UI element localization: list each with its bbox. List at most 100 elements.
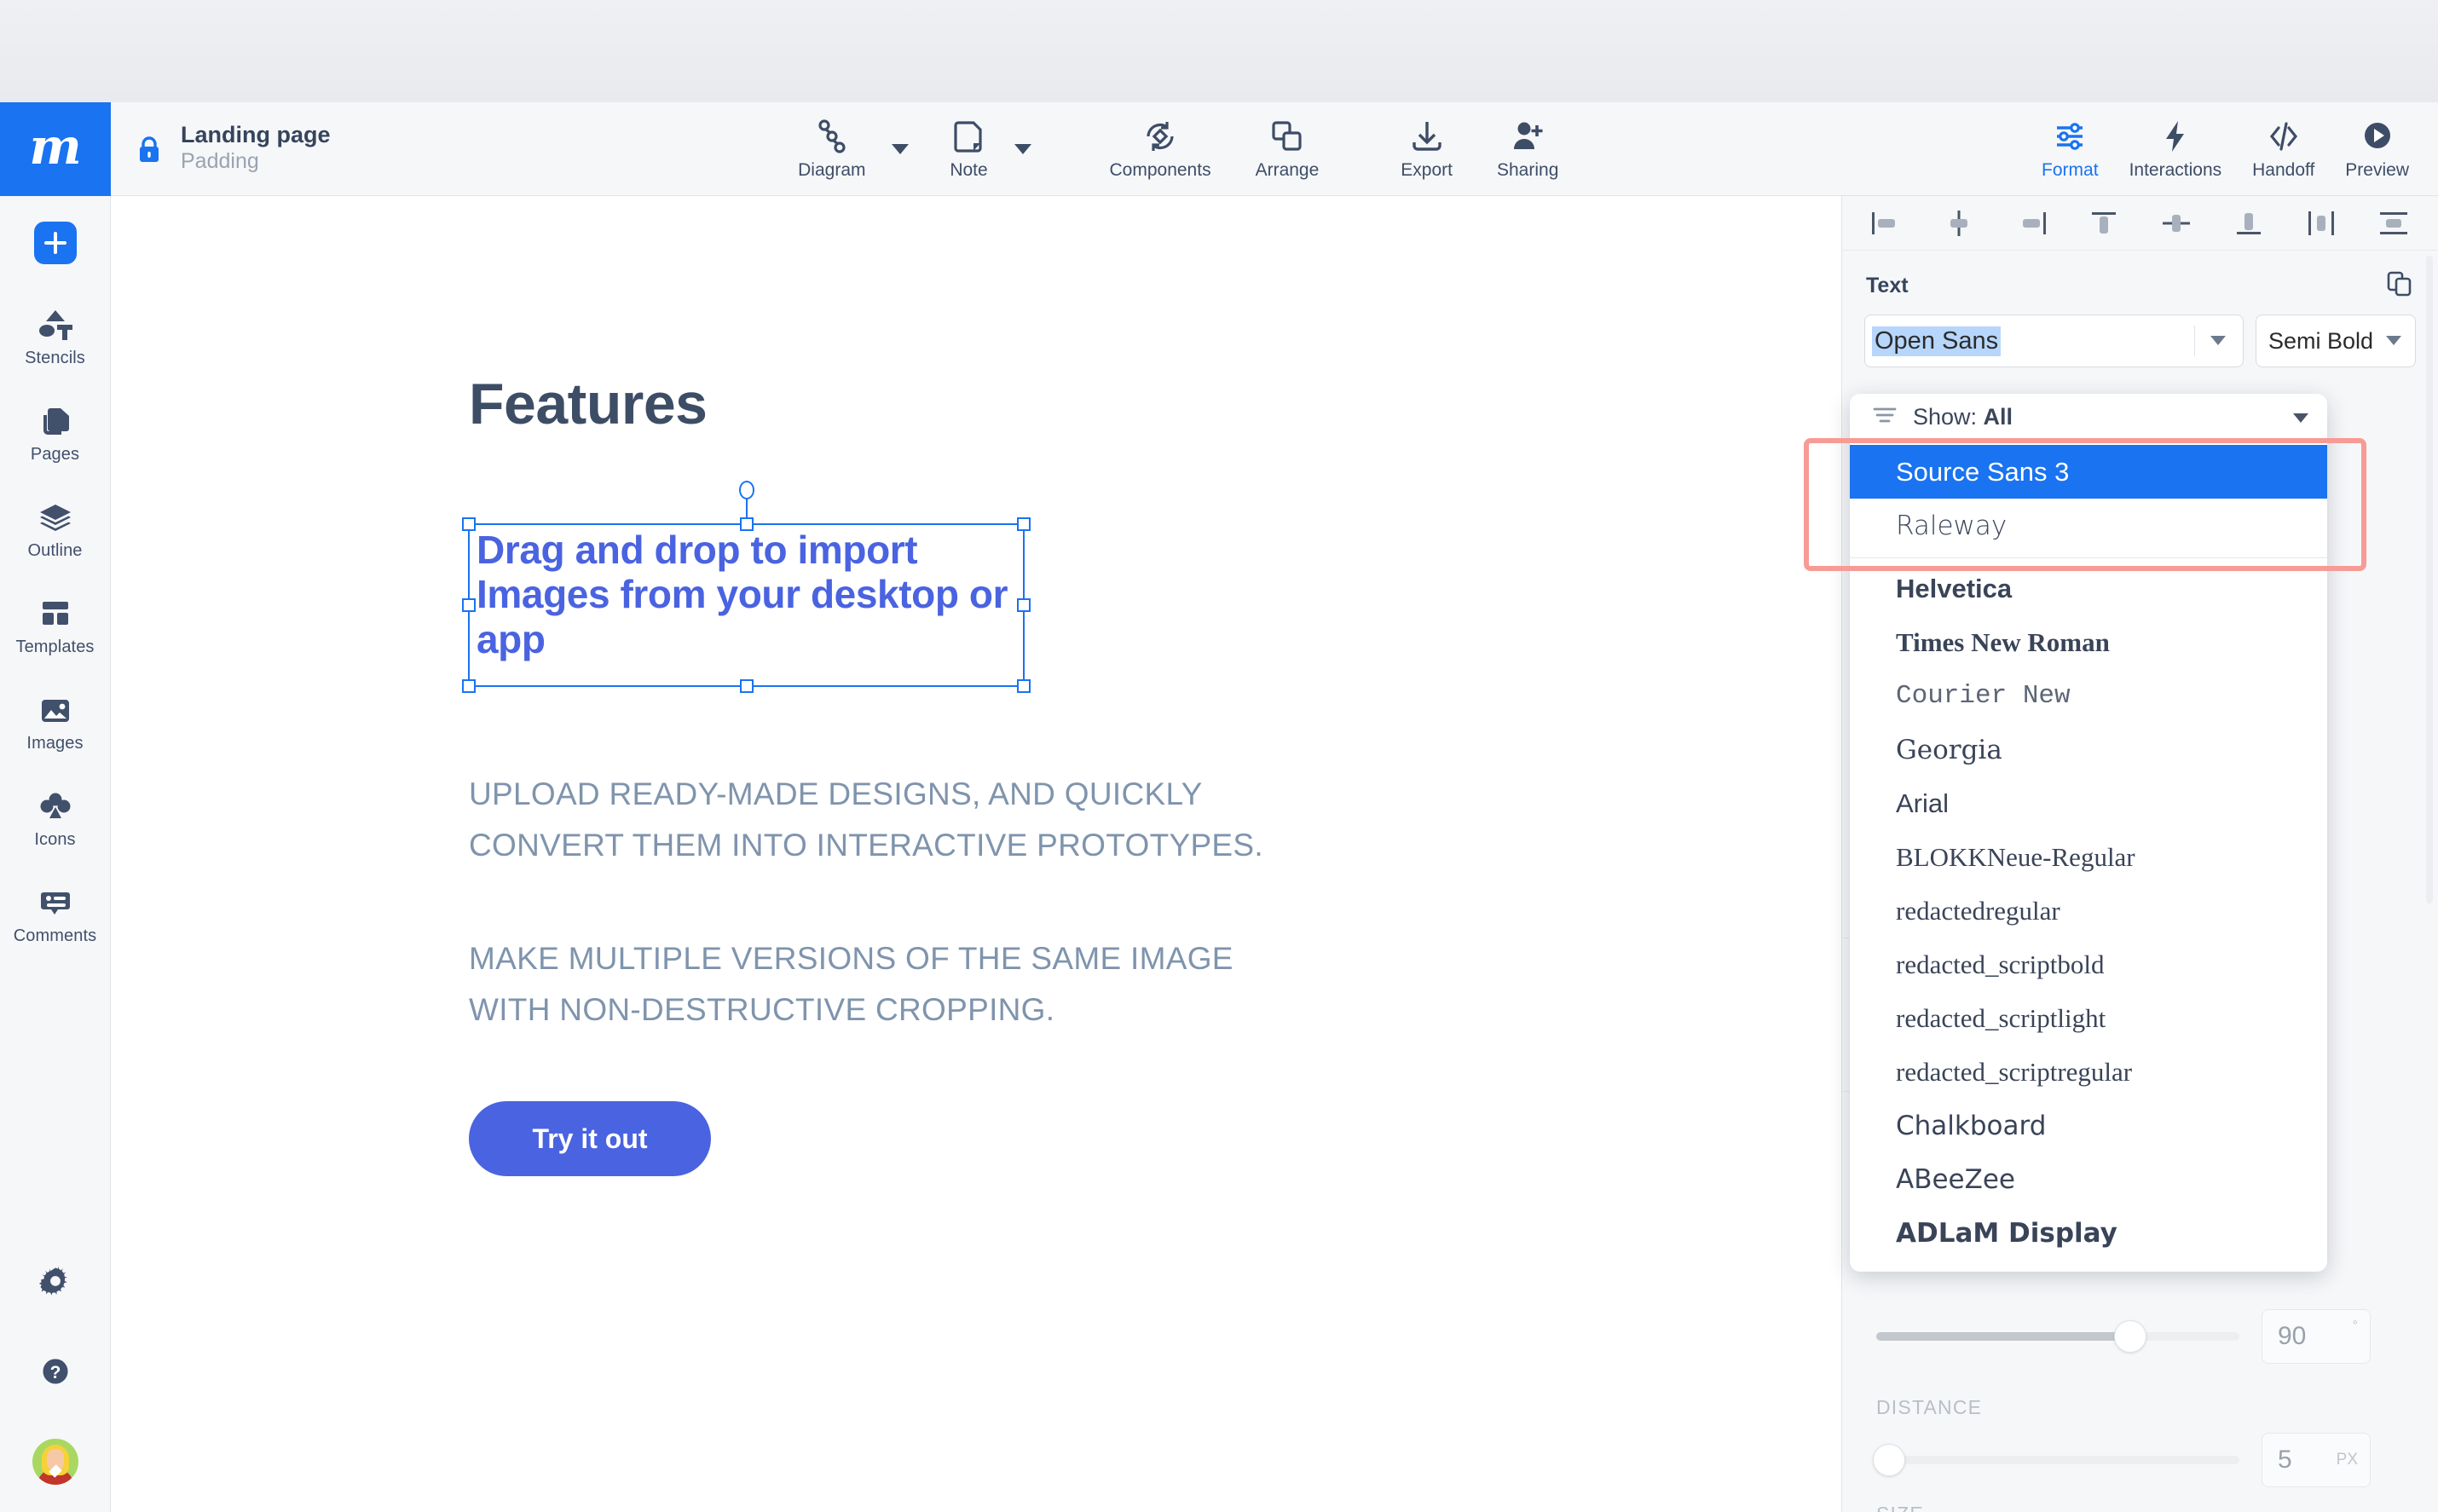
copy-style-icon[interactable] xyxy=(2385,269,2414,303)
font-option[interactable]: redacted_scriptbold xyxy=(1850,938,2327,991)
alignment-toolbar xyxy=(1842,196,2438,251)
arrange-icon xyxy=(1268,117,1307,156)
font-option[interactable]: Source Sans 3 xyxy=(1850,445,2327,499)
toolbar-button-label: Export xyxy=(1401,160,1453,180)
code-icon xyxy=(2264,117,2303,156)
resize-handle-bottom-left[interactable] xyxy=(462,679,476,693)
sidebar-item-stencils[interactable]: Stencils xyxy=(0,290,110,386)
font-filter-row[interactable]: Show: All xyxy=(1850,394,2327,441)
resize-handle-top-right[interactable] xyxy=(1017,517,1031,531)
toolbar-button-label: Components xyxy=(1109,160,1211,180)
svg-text:?: ? xyxy=(50,1363,61,1382)
bolt-icon xyxy=(2156,117,2195,156)
toolbar-note-button[interactable]: Note xyxy=(927,102,1011,195)
font-option[interactable]: Chalkboard xyxy=(1850,1099,2327,1152)
lock-icon[interactable] xyxy=(136,134,162,164)
account-avatar-button[interactable] xyxy=(0,1417,111,1507)
distance-control: DISTANCE 5 PX xyxy=(1873,1396,2371,1487)
font-option[interactable]: Raleway xyxy=(1850,499,2327,552)
diagram-dropdown-caret[interactable] xyxy=(891,143,909,154)
toolbar-components-button[interactable]: Components xyxy=(1088,102,1233,195)
rotate-handle[interactable] xyxy=(738,481,754,499)
toolbar-export-button[interactable]: Export xyxy=(1378,102,1475,195)
page-title[interactable]: Landing page xyxy=(181,122,331,148)
images-icon xyxy=(41,699,69,722)
text-section-header: Text xyxy=(1842,251,2438,315)
font-list: Source Sans 3 Raleway Helvetica Times Ne… xyxy=(1850,441,2327,1272)
align-bottom-icon[interactable] xyxy=(2227,204,2271,243)
canvas-paragraph-2[interactable]: MAKE MULTIPLE VERSIONS OF THE SAME IMAGE… xyxy=(469,933,1321,1036)
sidebar-item-label: Stencils xyxy=(25,348,85,367)
angle-slider[interactable] xyxy=(1876,1320,2239,1353)
font-family-select[interactable]: Open Sans xyxy=(1864,315,2244,367)
align-left-icon[interactable] xyxy=(1864,204,1909,243)
toolbar-right-group: Format Interactions Handoff Preview xyxy=(2026,102,2424,195)
settings-button[interactable] xyxy=(0,1236,111,1326)
sidebar-item-images[interactable]: Images xyxy=(0,675,110,771)
align-center-horizontal-icon[interactable] xyxy=(1937,204,1981,243)
align-middle-vertical-icon[interactable] xyxy=(2154,204,2198,243)
resize-handle-top-left[interactable] xyxy=(462,517,476,531)
font-option[interactable]: Helvetica xyxy=(1850,562,2327,615)
align-right-icon[interactable] xyxy=(2009,204,2054,243)
add-button[interactable] xyxy=(0,196,110,290)
angle-value-field[interactable]: 90 ° xyxy=(2262,1309,2371,1364)
align-top-icon[interactable] xyxy=(2082,204,2126,243)
font-option[interactable]: Courier New xyxy=(1850,669,2327,723)
tab-label: Handoff xyxy=(2252,160,2315,180)
sidebar-item-outline[interactable]: Outline xyxy=(0,482,110,579)
font-option[interactable]: BLOKKNeue-Regular xyxy=(1850,830,2327,884)
sidebar-item-pages[interactable]: Pages xyxy=(0,386,110,482)
distance-value: 5 xyxy=(2278,1446,2292,1474)
font-option[interactable]: Times New Roman xyxy=(1850,615,2327,669)
distance-slider[interactable] xyxy=(1873,1444,2239,1476)
toolbar-center-group: Diagram Note Components Arrange Export S… xyxy=(331,102,2027,195)
panel-scrollbar[interactable] xyxy=(2426,256,2433,903)
font-option[interactable]: redacted_scriptlight xyxy=(1850,991,2327,1045)
icons-icon xyxy=(40,793,70,818)
font-weight-select[interactable]: Semi Bold xyxy=(2256,315,2416,367)
outline-icon xyxy=(39,504,71,531)
canvas-paragraph-1[interactable]: UPLOAD READY-MADE DESIGNS, AND QUICKLY C… xyxy=(469,769,1321,871)
toolbar-arrange-button[interactable]: Arrange xyxy=(1233,102,1342,195)
sidebar-item-icons[interactable]: Icons xyxy=(0,771,110,868)
toolbar-button-label: Arrange xyxy=(1255,160,1320,180)
resize-handle-bottom-center[interactable] xyxy=(739,679,754,693)
distribute-horizontal-icon[interactable] xyxy=(2299,204,2343,243)
font-controls-row: Open Sans Semi Bold xyxy=(1842,315,2438,367)
tab-handoff[interactable]: Handoff xyxy=(2237,102,2330,195)
sidebar-item-templates[interactable]: Templates xyxy=(0,579,110,675)
font-option[interactable]: ABeeZee xyxy=(1850,1152,2327,1206)
filter-icon xyxy=(1872,406,1898,429)
font-family-value: Open Sans xyxy=(1872,326,2002,356)
components-icon xyxy=(1141,117,1180,156)
tab-preview[interactable]: Preview xyxy=(2330,102,2424,195)
resize-handle-middle-left[interactable] xyxy=(462,598,476,612)
resize-handle-middle-right[interactable] xyxy=(1017,598,1031,612)
help-button[interactable]: ? xyxy=(0,1326,111,1417)
avatar xyxy=(32,1439,78,1485)
note-dropdown-caret[interactable] xyxy=(1014,143,1031,154)
toolbar-diagram-button[interactable]: Diagram xyxy=(776,102,887,195)
sidebar-item-comments[interactable]: Comments xyxy=(0,868,110,964)
font-option[interactable]: redacted_scriptregular xyxy=(1850,1045,2327,1099)
tab-interactions[interactable]: Interactions xyxy=(2114,102,2238,195)
selected-text-content[interactable]: Drag and drop to import Images from your… xyxy=(477,528,1056,661)
font-option[interactable]: Georgia xyxy=(1850,723,2327,776)
distribute-vertical-icon[interactable] xyxy=(2372,204,2416,243)
app-logo[interactable]: m xyxy=(0,102,111,196)
distance-value-field[interactable]: 5 PX xyxy=(2262,1433,2371,1487)
toolbar-sharing-button[interactable]: Sharing xyxy=(1475,102,1580,195)
font-option[interactable]: Arial xyxy=(1850,776,2327,830)
try-it-out-button[interactable]: Try it out xyxy=(469,1101,711,1176)
font-option[interactable]: redactedregular xyxy=(1850,884,2327,938)
tab-format[interactable]: Format xyxy=(2026,102,2114,195)
distance-slider-knob[interactable] xyxy=(1873,1444,1905,1476)
angle-slider-knob[interactable] xyxy=(2114,1320,2147,1353)
resize-handle-top-center[interactable] xyxy=(739,517,754,531)
export-icon xyxy=(1407,117,1447,156)
canvas-heading[interactable]: Features xyxy=(469,371,708,437)
selected-text-frame[interactable]: Drag and drop to import Images from your… xyxy=(462,481,1031,693)
resize-handle-bottom-right[interactable] xyxy=(1017,679,1031,693)
font-option[interactable]: ADLaM Display xyxy=(1850,1206,2327,1260)
